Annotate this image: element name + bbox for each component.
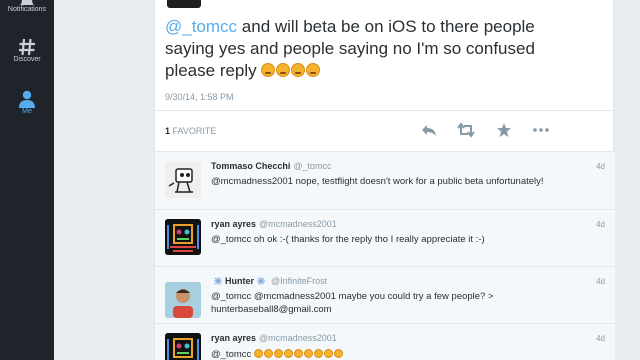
author-name: ryan ayres	[211, 333, 257, 343]
sidebar-item-label: Me	[22, 108, 32, 115]
reply-mention[interactable]: @_tomcc	[211, 349, 251, 360]
reply-time: 4d	[596, 162, 605, 171]
reply-time: 4d	[596, 277, 605, 286]
reply-icon	[422, 125, 436, 136]
sidebar-nav: Notifications Discover Me	[0, 0, 54, 360]
author-handle: @mcmadness2001	[259, 333, 337, 343]
favorites-label: FAVORITE	[172, 126, 217, 136]
sidebar-item-discover[interactable]: Discover	[0, 38, 54, 63]
emoji-icon	[263, 349, 273, 358]
emoji-icon	[283, 349, 293, 358]
reply-text: @_tomcc oh ok :-( thanks for the reply t…	[211, 234, 485, 245]
confounded-emoji-icon	[276, 63, 291, 77]
avatar[interactable]	[165, 162, 201, 198]
sidebar-item-notifications[interactable]: Notifications	[0, 0, 54, 13]
more-button[interactable]	[532, 122, 550, 142]
reply-item[interactable]: Hunter @InfiniteFrost 4d @_tomcc @mcmadne…	[155, 267, 615, 324]
author-name: Tommaso Checchi	[211, 161, 291, 171]
emoji-icon	[273, 349, 283, 358]
sidebar-item-label: Notifications	[7, 6, 47, 13]
author-name: Hunter	[225, 276, 254, 286]
emoji-icon	[323, 349, 333, 358]
person-icon	[19, 90, 35, 108]
hashtag-icon	[19, 38, 35, 56]
sidebar-item-label: Discover	[13, 56, 41, 63]
emoji-icon	[253, 349, 263, 358]
author-handle: @InfiniteFrost	[271, 276, 328, 286]
sidebar-item-me[interactable]: Me	[0, 90, 54, 115]
avatar[interactable]	[165, 219, 201, 255]
reply-author[interactable]: Tommaso Checchi @_tomcc	[211, 161, 332, 171]
divider	[155, 110, 615, 111]
reply-time: 4d	[596, 220, 605, 229]
emoji-group	[253, 349, 344, 360]
emoji-icon	[333, 349, 343, 358]
retweet-icon	[457, 122, 475, 138]
tweet-detail-card: @_tomcc and will beta be on iOS to there…	[154, 0, 615, 360]
more-icon	[533, 128, 549, 132]
emoji-icon	[313, 349, 323, 358]
avatar[interactable]	[165, 333, 201, 360]
emoji-icon	[303, 349, 313, 358]
main-panel: @_tomcc and will beta be on iOS to there…	[54, 0, 640, 360]
emoji-group	[261, 61, 321, 80]
author-handle: @_tomcc	[293, 161, 332, 171]
reply-text: @_tomcc	[211, 348, 561, 360]
reply-text: @mcmadness2001 nope, testflight doesn't …	[211, 176, 544, 187]
confounded-emoji-icon	[261, 63, 276, 77]
confounded-emoji-icon	[291, 63, 306, 77]
mention-link[interactable]: @_tomcc	[165, 17, 237, 36]
snowflake-icon	[257, 277, 265, 285]
reply-item[interactable]: ryan ayres @mcmadness2001 4d @_tomcc	[155, 324, 615, 360]
snowflake-icon	[214, 277, 222, 285]
author-name: ryan ayres	[211, 219, 257, 229]
reply-author[interactable]: ryan ayres @mcmadness2001	[211, 333, 337, 343]
reply-button[interactable]	[421, 122, 437, 142]
favorites-count[interactable]: 1 FAVORITE	[165, 126, 216, 136]
reply-text: @_tomcc @mcmadness2001 maybe you could t…	[211, 291, 494, 315]
reply-author[interactable]: Hunter @InfiniteFrost	[211, 276, 327, 286]
retweet-button[interactable]	[457, 122, 475, 142]
author-avatar[interactable]	[167, 0, 201, 8]
confounded-emoji-icon	[306, 63, 321, 77]
avatar[interactable]	[165, 282, 201, 318]
tweet-text: @_tomcc and will beta be on iOS to there…	[165, 16, 555, 82]
author-handle: @mcmadness2001	[259, 219, 337, 229]
reply-author[interactable]: ryan ayres @mcmadness2001	[211, 219, 337, 229]
favorite-button[interactable]	[496, 122, 512, 142]
replies-list: Tommaso Checchi @_tomcc 4d @mcmadness2001…	[155, 152, 615, 360]
reply-item[interactable]: ryan ayres @mcmadness2001 4d @_tomcc oh o…	[155, 210, 615, 267]
reply-item[interactable]: Tommaso Checchi @_tomcc 4d @mcmadness2001…	[155, 152, 615, 210]
reply-time: 4d	[596, 334, 605, 343]
favorite-star-icon	[497, 123, 511, 137]
tweet-timestamp: 9/30/14, 1:58 PM	[165, 92, 234, 102]
emoji-icon	[293, 349, 303, 358]
favorites-number: 1	[165, 126, 171, 136]
